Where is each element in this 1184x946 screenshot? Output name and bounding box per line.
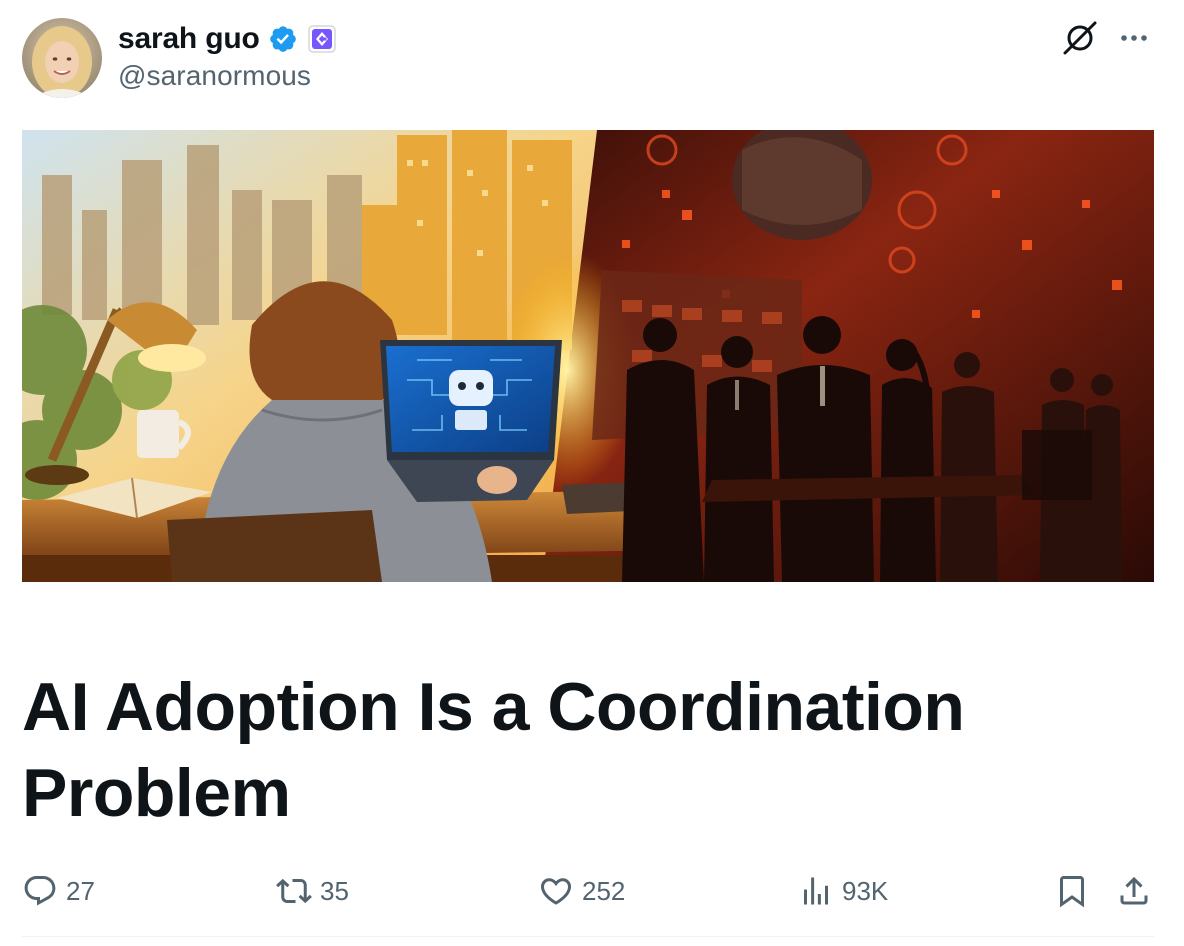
verified-badge-icon[interactable] [268,24,298,54]
views-icon [804,877,828,905]
share-icon [1120,876,1148,905]
author-block: sarah guo @saranormous [118,18,336,92]
name-row: sarah guo [118,18,336,60]
share-button[interactable] [1116,868,1152,914]
heart-icon [540,878,572,905]
like-button[interactable]: 252 [538,868,625,914]
divider [22,936,1154,937]
avatar-image [22,18,102,98]
affiliation-badge-icon[interactable] [307,25,336,53]
repost-count: 35 [320,875,349,906]
like-count: 252 [582,875,626,906]
handle[interactable]: @saranormous [118,60,336,92]
views-button[interactable]: 93K [798,868,888,914]
article-title[interactable]: AI Adoption Is a Coordination Problem [22,664,1152,836]
grok-icon[interactable] [1060,18,1100,58]
repost-button[interactable]: 35 [276,868,349,914]
reply-button[interactable]: 27 [22,868,95,914]
bookmark-button[interactable] [1054,868,1090,914]
post: sarah guo @saranormous AI Adoption Is a … [0,0,1184,946]
avatar[interactable] [22,18,102,98]
more-icon[interactable] [1114,22,1154,54]
bookmark-icon [1060,876,1084,908]
views-count: 93K [842,875,889,906]
reply-count: 27 [66,875,95,906]
repost-icon [276,878,312,904]
article-cover-image[interactable] [22,130,1154,582]
display-name[interactable]: sarah guo [118,22,260,56]
action-bar: 27 35 252 93K [22,868,1154,914]
reply-icon [24,876,56,906]
